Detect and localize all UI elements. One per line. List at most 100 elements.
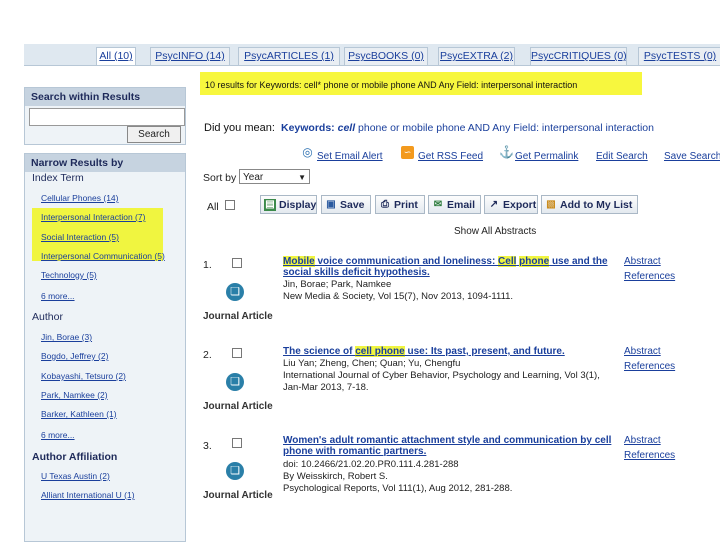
result-doc-type: Journal Article	[203, 401, 273, 412]
facet-more-link[interactable]: 6 more...	[41, 291, 75, 301]
export-button[interactable]: ↗ Export	[484, 195, 538, 214]
set-email-alert-link[interactable]: Set Email Alert	[317, 151, 383, 162]
title-highlight: cell phone	[355, 346, 405, 357]
result-authors: By Weisskirch, Robert S.	[283, 471, 388, 482]
result-source-continued: Jan-Mar 2013, 7-18.	[283, 382, 369, 393]
result-doc-type: Journal Article	[203, 311, 273, 322]
chevron-down-icon: ▼	[298, 173, 306, 182]
abstract-link[interactable]: Abstract	[624, 435, 661, 446]
result-checkbox[interactable]	[232, 438, 242, 448]
rss-icon[interactable]: ∽	[401, 146, 414, 159]
tab-psycextra[interactable]: PsycEXTRA (2)	[438, 47, 515, 65]
export-icon: ↗	[489, 199, 499, 210]
narrow-results-title: Narrow Results by	[25, 154, 185, 172]
save-button-label: Save	[340, 199, 365, 211]
did-you-mean-label: Did you mean:	[204, 122, 275, 134]
title-highlight: Cell	[498, 256, 517, 267]
did-you-mean-suggestion[interactable]: Keywords: cell phone or mobile phone AND…	[281, 122, 654, 134]
export-button-label: Export	[503, 199, 537, 211]
title-text: The science of	[283, 346, 356, 357]
result-number: 3.	[203, 440, 212, 452]
search-within-panel: Search within Results Search	[24, 87, 186, 145]
facet-affiliation-title: Author Affiliation	[32, 451, 118, 463]
result-authors: Liu Yan; Zheng, Chen; Quan; Yu, Chengfu	[283, 358, 461, 369]
facet-link[interactable]: Social Interaction (5)	[41, 232, 119, 242]
title-highlight: phone	[519, 256, 550, 267]
email-alert-icon[interactable]: ◎	[301, 146, 314, 159]
add-to-my-list-label: Add to My List	[560, 199, 633, 211]
journal-article-icon: ❏	[226, 373, 244, 391]
print-button[interactable]: ⎙ Print	[375, 195, 425, 214]
show-all-abstracts-link[interactable]: Show All Abstracts	[454, 226, 536, 237]
did-you-mean-keyword: cell	[337, 122, 356, 134]
search-within-input[interactable]	[29, 108, 185, 126]
result-doi: doi: 10.2466/21.02.20.PR0.111.4.281-288	[283, 459, 459, 470]
database-tab-bar: All (10) PsycINFO (14) PsycARTICLES (1) …	[24, 44, 720, 66]
result-number: 2.	[203, 349, 212, 361]
facet-link[interactable]: Cellular Phones (14)	[41, 193, 118, 203]
edit-search-link[interactable]: Edit Search	[596, 151, 648, 162]
email-button-label: Email	[447, 199, 476, 211]
facet-link[interactable]: U Texas Austin (2)	[41, 471, 110, 481]
did-you-mean-rest: phone or mobile phone AND Any Field: int…	[355, 122, 654, 134]
facet-author-title: Author	[32, 311, 63, 323]
sort-by-label: Sort by	[203, 172, 237, 184]
display-icon: ▤	[264, 199, 276, 211]
references-link[interactable]: References	[624, 271, 675, 282]
did-you-mean-prefix: Keywords:	[281, 122, 338, 134]
result-checkbox[interactable]	[232, 348, 242, 358]
search-within-title: Search within Results	[25, 88, 185, 106]
sort-by-select[interactable]: Year ▼	[239, 169, 310, 184]
title-text: voice communication and loneliness:	[314, 256, 499, 267]
print-button-label: Print	[394, 199, 418, 211]
tab-psyctests[interactable]: PsycTESTS (0)	[638, 47, 720, 65]
references-link[interactable]: References	[624, 450, 675, 461]
tab-all[interactable]: All (10)	[96, 47, 136, 65]
result-title-link[interactable]: Mobile voice communication and lonelines…	[283, 256, 613, 278]
result-authors: Jin, Borae; Park, Namkee	[283, 279, 392, 290]
floppy-icon: ▣	[326, 199, 336, 210]
abstract-link[interactable]: Abstract	[624, 256, 661, 267]
facet-link[interactable]: Interpersonal Interaction (7)	[41, 212, 145, 222]
facet-link[interactable]: Jin, Borae (3)	[41, 332, 92, 342]
result-source: International Journal of Cyber Behavior,…	[283, 370, 600, 381]
display-button[interactable]: ▤ Display	[260, 195, 317, 214]
title-highlight: Mobile	[283, 256, 315, 267]
result-title-link[interactable]: Women's adult romantic attachment style …	[283, 435, 613, 457]
email-button[interactable]: ✉ Email	[428, 195, 481, 214]
add-to-my-list-button[interactable]: ▧ Add to My List	[541, 195, 638, 214]
display-button-label: Display	[279, 199, 317, 211]
anchor-icon[interactable]: ⚓	[499, 146, 514, 159]
result-source: New Media & Society, Vol 15(7), Nov 2013…	[283, 291, 514, 302]
search-button[interactable]: Search	[127, 126, 181, 143]
facet-link[interactable]: Interpersonal Communication (5)	[41, 251, 165, 261]
tab-psycarticles[interactable]: PsycARTICLES (1)	[238, 47, 340, 65]
envelope-icon: ✉	[433, 199, 443, 210]
result-title-link[interactable]: The science of cell phone use: Its past,…	[283, 346, 613, 357]
tab-psycbooks[interactable]: PsycBOOKS (0)	[344, 47, 428, 65]
facet-link[interactable]: Technology (5)	[41, 270, 97, 280]
facet-more-link[interactable]: 6 more...	[41, 430, 75, 440]
references-link[interactable]: References	[624, 361, 675, 372]
folder-icon: ▧	[546, 199, 556, 210]
tab-psyccritiques[interactable]: PsycCRITIQUES (0)	[530, 47, 627, 65]
facet-link[interactable]: Barker, Kathleen (1)	[41, 409, 117, 419]
facet-link[interactable]: Kobayashi, Tetsuro (2)	[41, 371, 126, 381]
save-button[interactable]: ▣ Save	[321, 195, 371, 214]
result-checkbox[interactable]	[232, 258, 242, 268]
facet-index-term-title: Index Term	[32, 172, 84, 184]
tab-psycinfo[interactable]: PsycINFO (14)	[150, 47, 230, 65]
abstract-link[interactable]: Abstract	[624, 346, 661, 357]
printer-icon: ⎙	[381, 199, 389, 210]
journal-article-icon: ❏	[226, 462, 244, 480]
title-text: use: Its past, present, and future.	[404, 346, 565, 357]
facet-link[interactable]: Bogdo, Jeffrey (2)	[41, 351, 108, 361]
get-rss-feed-link[interactable]: Get RSS Feed	[418, 151, 483, 162]
save-search-link[interactable]: Save Search	[664, 151, 720, 162]
journal-article-icon: ❏	[226, 283, 244, 301]
facet-link[interactable]: Park, Namkee (2)	[41, 390, 108, 400]
get-permalink-link[interactable]: Get Permalink	[515, 151, 578, 162]
results-count-text: 10 results for Keywords: cell* phone or …	[205, 80, 578, 90]
results-toolbar: ▤ Display ▣ Save ⎙ Print ✉ Email ↗ Export ▧ Ad…	[205, 195, 642, 217]
facet-link[interactable]: Alliant International U (1)	[41, 490, 135, 500]
